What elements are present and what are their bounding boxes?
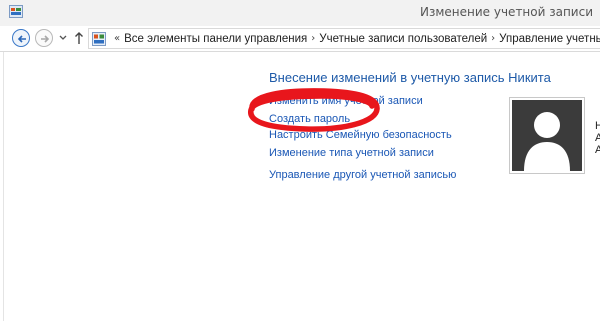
account-picture[interactable] xyxy=(509,97,585,174)
control-panel-icon xyxy=(92,31,106,46)
account-status-text: А xyxy=(595,144,600,156)
change-account-type-link[interactable]: Изменение типа учетной записи xyxy=(269,147,434,159)
manage-other-account-link[interactable]: Управление другой учетной записью xyxy=(269,169,456,181)
dropdown-icon[interactable] xyxy=(59,35,67,41)
breadcrumb-user-accounts[interactable]: Учетные записи пользователей xyxy=(319,33,487,45)
family-safety-link[interactable]: Настроить Семейную безопасность xyxy=(269,129,452,141)
account-type-text: А xyxy=(595,132,600,144)
title-bar: Изменение учетной записи xyxy=(0,0,600,26)
forward-arrow-icon xyxy=(41,35,50,43)
breadcrumb-separator[interactable]: › xyxy=(311,33,315,44)
address-bar[interactable]: « Все элементы панели управления › Учетн… xyxy=(88,28,600,49)
navigation-bar: « Все элементы панели управления › Учетн… xyxy=(0,26,600,52)
back-arrow-icon xyxy=(17,35,26,43)
breadcrumb-separator[interactable]: › xyxy=(491,33,495,44)
forward-button[interactable] xyxy=(35,29,53,47)
page-heading: Внесение изменений в учетную запись Ники… xyxy=(269,70,551,85)
red-circle-annotation xyxy=(248,88,380,132)
user-avatar-icon xyxy=(524,112,570,171)
left-pane-divider xyxy=(3,52,4,321)
account-name-text: Н xyxy=(595,120,600,132)
breadcrumb-all-control-panel[interactable]: Все элементы панели управления xyxy=(124,33,307,45)
breadcrumb-overflow[interactable]: « xyxy=(114,33,120,44)
control-panel-icon xyxy=(9,5,23,18)
breadcrumb-manage-accounts[interactable]: Управление учетными записями xyxy=(499,33,600,45)
create-password-link[interactable]: Создать пароль xyxy=(269,113,350,125)
window-title: Изменение учетной записи xyxy=(420,5,594,19)
up-arrow-icon[interactable] xyxy=(74,31,84,45)
back-button[interactable] xyxy=(12,29,30,47)
change-name-link[interactable]: Изменить имя учетной записи xyxy=(269,95,423,107)
